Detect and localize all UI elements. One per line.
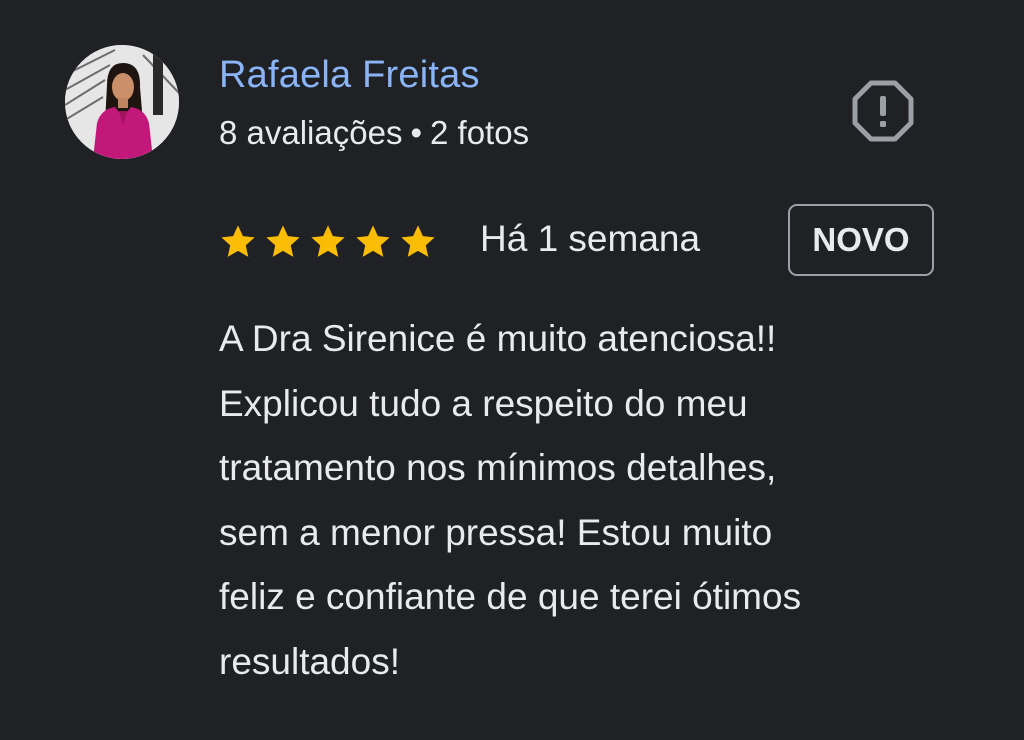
review-count: 8 avaliações bbox=[219, 114, 403, 151]
meta-separator: • bbox=[410, 114, 423, 151]
new-badge: NOVO bbox=[788, 204, 934, 276]
review-card: Rafaela Freitas 8 avaliações • 2 fotos Há … bbox=[0, 0, 1024, 740]
photo-count: 2 fotos bbox=[430, 114, 530, 151]
rating-row: Há 1 semana NOVO bbox=[219, 204, 959, 280]
star-icon bbox=[311, 225, 345, 257]
review-date: Há 1 semana bbox=[480, 218, 701, 259]
review-text: A Dra Sirenice é muito atenciosa!! Expli… bbox=[219, 318, 802, 682]
star-icon bbox=[401, 225, 435, 257]
star-icon bbox=[221, 225, 255, 257]
star-rating bbox=[219, 223, 437, 261]
star-icon bbox=[356, 225, 390, 257]
avatar-photo bbox=[65, 45, 179, 159]
report-flag-icon bbox=[852, 80, 914, 142]
star-icon bbox=[266, 225, 300, 257]
author-meta: 8 avaliações • 2 fotos bbox=[219, 114, 529, 152]
author-name[interactable]: Rafaela Freitas bbox=[219, 54, 480, 97]
avatar[interactable] bbox=[65, 45, 179, 159]
report-button[interactable] bbox=[852, 80, 914, 142]
